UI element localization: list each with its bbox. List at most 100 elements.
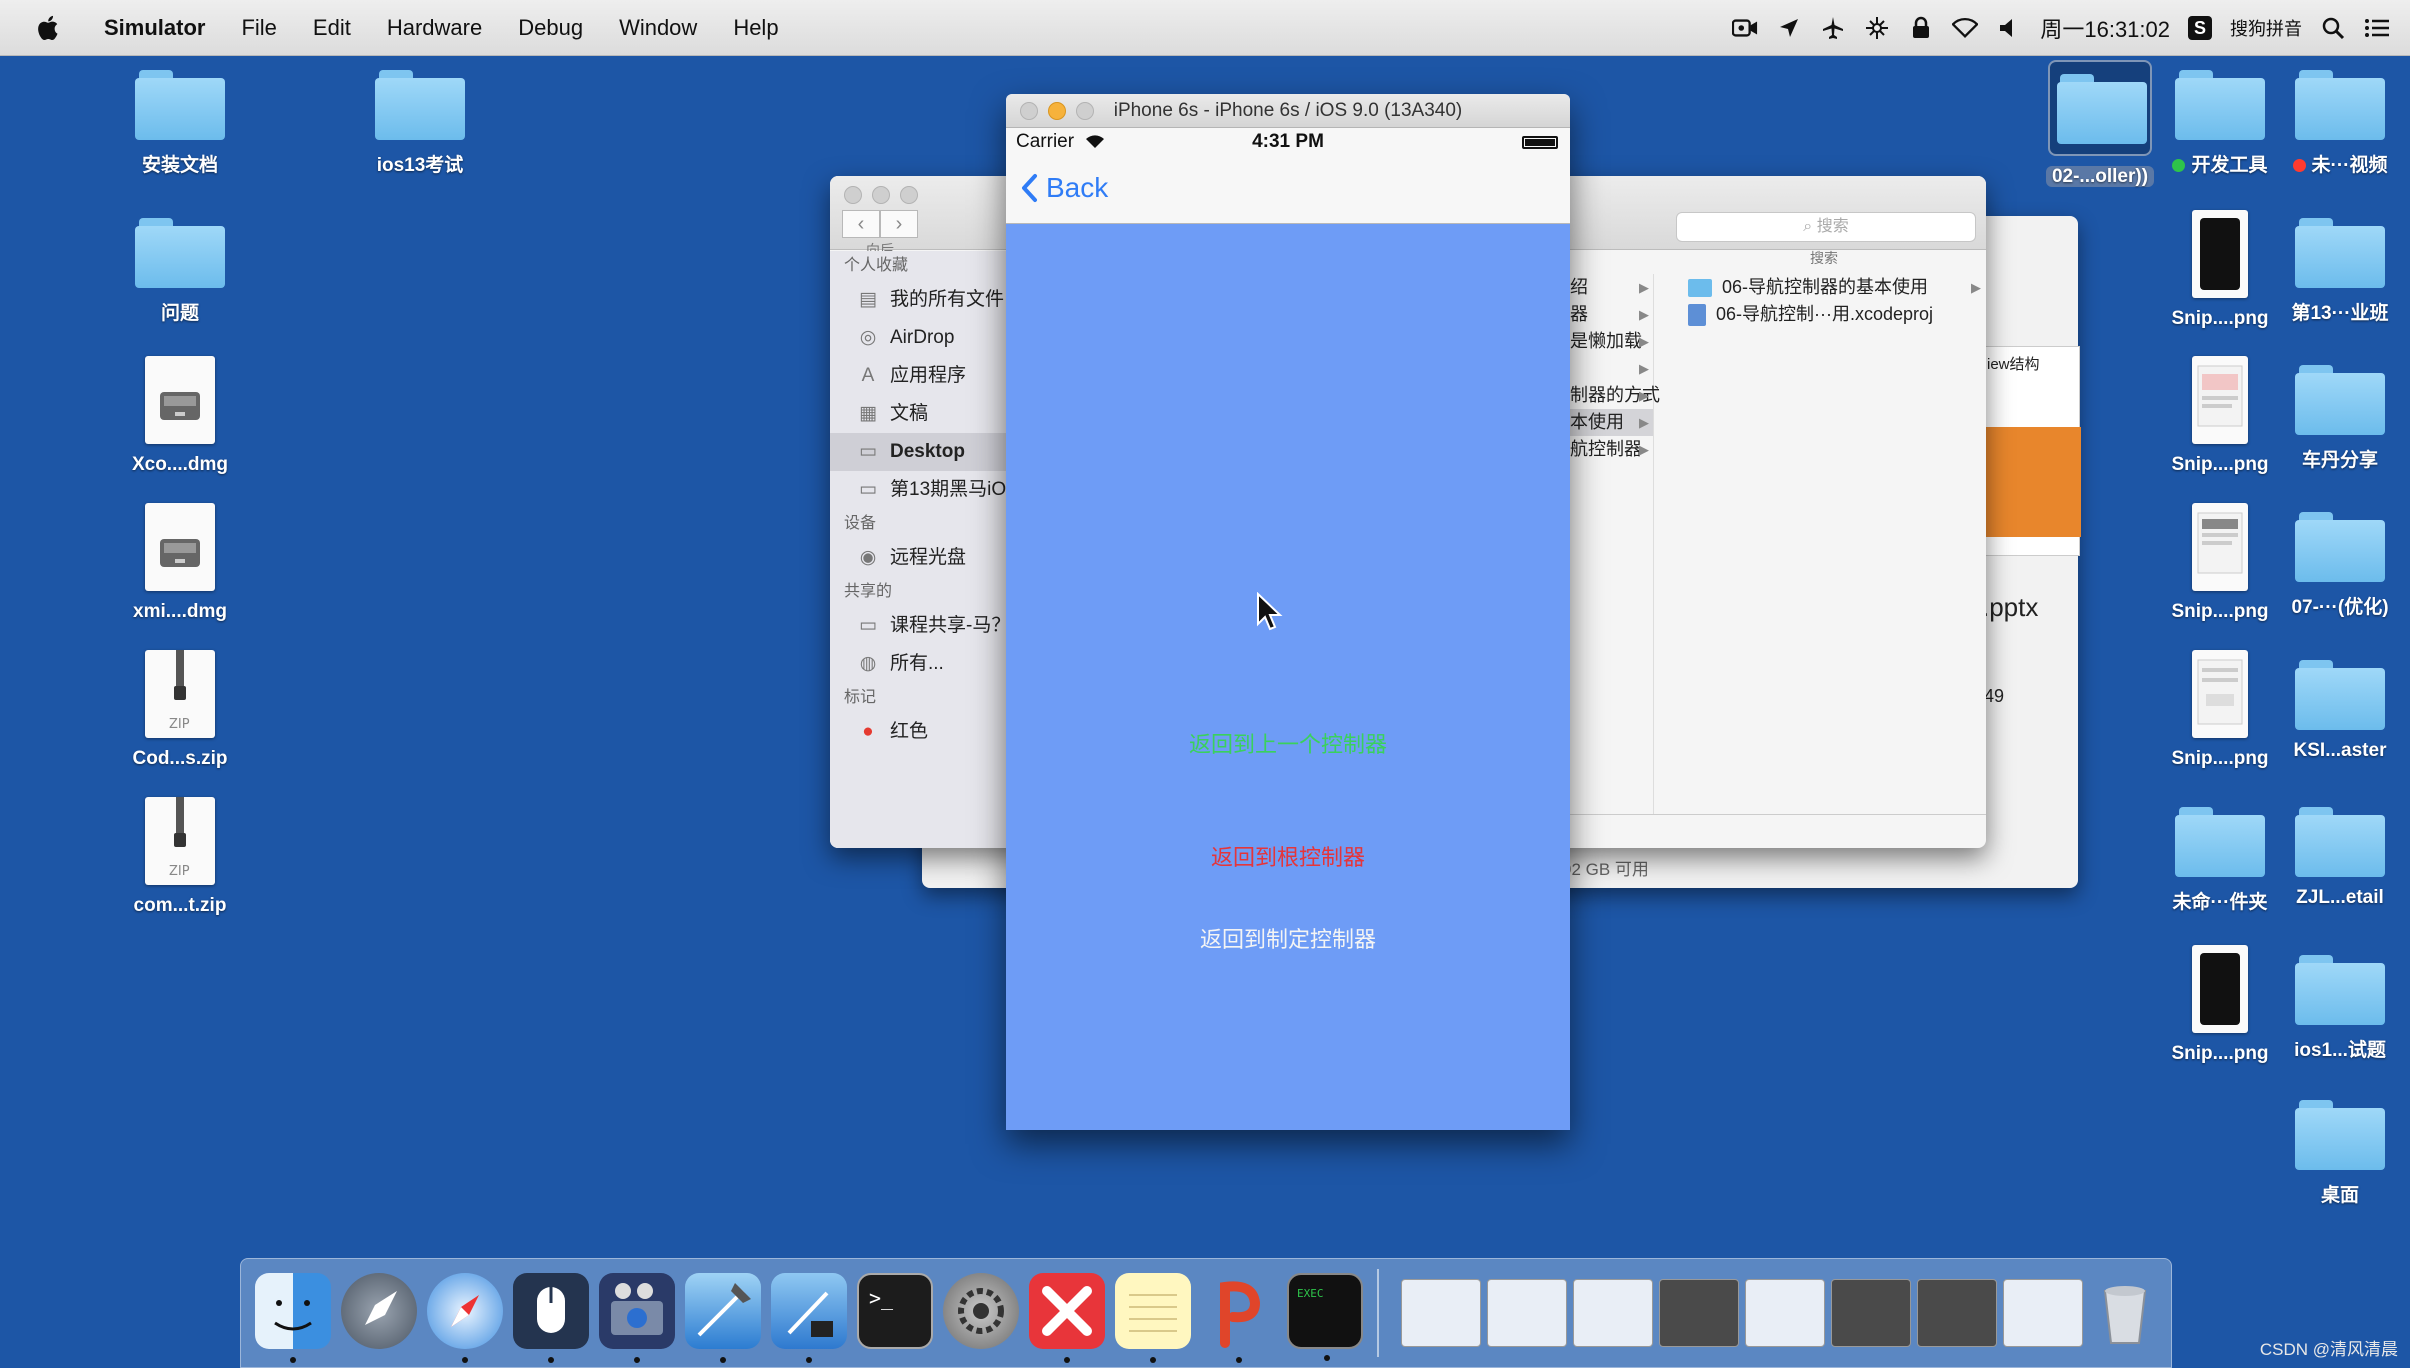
column-item[interactable]: 制器的方式 ▶: [1570, 382, 1660, 409]
menu-debug[interactable]: Debug: [500, 15, 601, 41]
desktop-file-snip-4[interactable]: Snip....png: [2150, 650, 2290, 770]
desktop-file-snip-3[interactable]: Snip....png: [2150, 503, 2290, 623]
photo-booth-icon[interactable]: [599, 1273, 675, 1363]
finder-search-input[interactable]: ⌕ 搜索: [1676, 212, 1976, 242]
menu-window[interactable]: Window: [601, 15, 715, 41]
minimized-window-thumbnail[interactable]: [1401, 1279, 1481, 1347]
keynote-pointer-icon[interactable]: [1201, 1273, 1277, 1363]
sidebar-item-desktop[interactable]: ▭ Desktop: [830, 433, 1030, 471]
back-to-specified-button[interactable]: 返回到制定控制器: [1006, 922, 1570, 954]
column-item[interactable]: ▶: [1570, 355, 1653, 382]
menu-app-simulator[interactable]: Simulator: [86, 15, 223, 41]
minimized-window-thumbnail[interactable]: [1659, 1279, 1739, 1347]
column-item-xcodeproj[interactable]: 06-导航控制···用.xcodeproj: [1680, 301, 1985, 328]
sidebar-item-course-share[interactable]: ▭ 课程共享-马？: [830, 607, 1030, 645]
minimized-window-thumbnail[interactable]: [1917, 1279, 1997, 1347]
sidebar-item-red-tag[interactable]: ● 红色: [830, 713, 1030, 751]
column-item[interactable]: 器 ▶: [1570, 301, 1653, 328]
ime-label[interactable]: 搜狗拼音: [2230, 15, 2302, 41]
column-item[interactable]: 是懒加载 ▶: [1570, 328, 1653, 355]
desktop-folder-ios13-exam[interactable]: ios13考试: [350, 70, 490, 177]
documents-icon: ▦: [859, 403, 877, 424]
sidebar-item-all-shared[interactable]: ◍ 所有...: [830, 645, 1030, 683]
apple-menu-icon[interactable]: [34, 13, 64, 43]
desktop-folder-13-class[interactable]: 第13···业班: [2270, 218, 2410, 325]
back-to-previous-button[interactable]: 返回到上一个控制器: [1006, 727, 1570, 759]
sidebar-item-applications[interactable]: A 应用程序: [830, 357, 1030, 395]
desktop-file-com-zip[interactable]: ZIP com...t.zip: [110, 797, 250, 917]
xcode-icon[interactable]: [685, 1273, 761, 1363]
desktop-file-snip-5[interactable]: Snip....png: [2150, 945, 2290, 1065]
simulator-window[interactable]: iPhone 6s - iPhone 6s / iOS 9.0 (13A340)…: [1006, 94, 1570, 1130]
sidebar-item-all-files[interactable]: ▤ 我的所有文件: [830, 281, 1030, 319]
desktop-folder-problems[interactable]: 问题: [110, 218, 250, 325]
menubar-clock[interactable]: 周一16:31:02: [2040, 12, 2170, 44]
safari-icon[interactable]: [427, 1273, 503, 1363]
desktop-folder-02-controller[interactable]: 02-...oller)): [2030, 60, 2170, 188]
desktop-file-xmind-dmg[interactable]: xmi....dmg: [110, 503, 250, 623]
menu-hardware[interactable]: Hardware: [369, 15, 500, 41]
minimized-window-thumbnail[interactable]: [1573, 1279, 1653, 1347]
desktop-folder-ksi-master[interactable]: KSI...aster: [2270, 660, 2410, 762]
zoom-button[interactable]: [1076, 102, 1094, 120]
volume-icon[interactable]: [1996, 15, 2022, 41]
xmind-icon[interactable]: [1029, 1273, 1105, 1363]
sidebar-item-airdrop[interactable]: ◎ AirDrop: [830, 319, 1030, 357]
desktop-folder-unwatched-video[interactable]: 未···视频: [2270, 70, 2410, 177]
desktop-folder-07-optimized[interactable]: 07-···(优化): [2270, 512, 2410, 619]
airplane-icon[interactable]: [1820, 15, 1846, 41]
sidebar-item-documents[interactable]: ▦ 文稿: [830, 395, 1030, 433]
launchpad-icon[interactable]: [341, 1273, 417, 1349]
zoom-button[interactable]: [900, 186, 918, 204]
sidebar-item-remote-disc[interactable]: ◉ 远程光盘: [830, 539, 1030, 577]
desktop-folder-untitled[interactable]: 未命···件夹: [2150, 807, 2290, 914]
minimize-button[interactable]: [872, 186, 890, 204]
trash-icon[interactable]: [2087, 1273, 2163, 1349]
desktop-file-xcode-dmg[interactable]: Xco....dmg: [110, 356, 250, 476]
back-nav-button[interactable]: ‹: [842, 210, 880, 238]
notification-center-icon[interactable]: [2364, 15, 2390, 41]
finder-app-icon[interactable]: [255, 1273, 331, 1363]
wifi-icon[interactable]: [1952, 15, 1979, 41]
sidebar-item-course-folder[interactable]: ▭ 第13期黑马iOS: [830, 471, 1030, 509]
minimized-window-thumbnail[interactable]: [2003, 1279, 2083, 1347]
forward-nav-button[interactable]: ›: [880, 210, 918, 238]
minimize-button[interactable]: [1048, 102, 1066, 120]
minimized-window-thumbnail[interactable]: [1745, 1279, 1825, 1347]
desktop-folder-dev-tools[interactable]: 开发工具: [2150, 70, 2290, 177]
screen-record-icon[interactable]: [1732, 15, 1758, 41]
location-icon[interactable]: [1776, 15, 1802, 41]
minimized-window-thumbnail[interactable]: [1487, 1279, 1567, 1347]
desktop-folder-install-docs[interactable]: 安装文档: [110, 70, 250, 177]
close-button[interactable]: [1020, 102, 1038, 120]
column-item[interactable]: 绍 ▶: [1570, 274, 1653, 301]
desktop-folder-ios1-exam[interactable]: ios1...试题: [2270, 955, 2410, 1062]
desktop-folder-chedan-share[interactable]: 车丹分享: [2270, 365, 2410, 472]
desktop-folder-desktop[interactable]: 桌面: [2270, 1100, 2410, 1207]
column-item-selected[interactable]: 本使用 ▶: [1570, 409, 1653, 436]
network-icon[interactable]: [1864, 15, 1890, 41]
xcodeproj-icon: [1688, 303, 1706, 326]
back-to-root-button[interactable]: 返回到根控制器: [1006, 840, 1570, 872]
mouse-app-icon[interactable]: [513, 1273, 589, 1363]
column-item-folder[interactable]: 06-导航控制器的基本使用 ▶: [1680, 274, 1985, 301]
desktop-file-snip-1[interactable]: Snip....png: [2150, 210, 2290, 330]
spotlight-search-icon[interactable]: [2320, 15, 2346, 41]
instruments-icon[interactable]: [771, 1273, 847, 1363]
back-button[interactable]: Back: [1020, 172, 1108, 204]
desktop-file-snip-2[interactable]: Snip....png: [2150, 356, 2290, 476]
lock-icon[interactable]: [1908, 15, 1934, 41]
notes-icon[interactable]: [1115, 1273, 1191, 1363]
minimized-window-thumbnail[interactable]: [1831, 1279, 1911, 1347]
close-button[interactable]: [844, 186, 862, 204]
console-icon[interactable]: EXEC: [1287, 1273, 1363, 1361]
terminal-icon[interactable]: >_: [857, 1273, 933, 1349]
desktop-file-cod-zip[interactable]: ZIP Cod...s.zip: [110, 650, 250, 770]
system-preferences-icon[interactable]: [943, 1273, 1019, 1349]
menu-help[interactable]: Help: [715, 15, 796, 41]
menu-file[interactable]: File: [223, 15, 294, 41]
column-item[interactable]: 航控制器 ▶: [1570, 436, 1653, 463]
desktop-folder-zjl-detail[interactable]: ZJL...etail: [2270, 807, 2410, 909]
ime-sogou-icon[interactable]: S: [2188, 16, 2212, 40]
menu-edit[interactable]: Edit: [295, 15, 369, 41]
